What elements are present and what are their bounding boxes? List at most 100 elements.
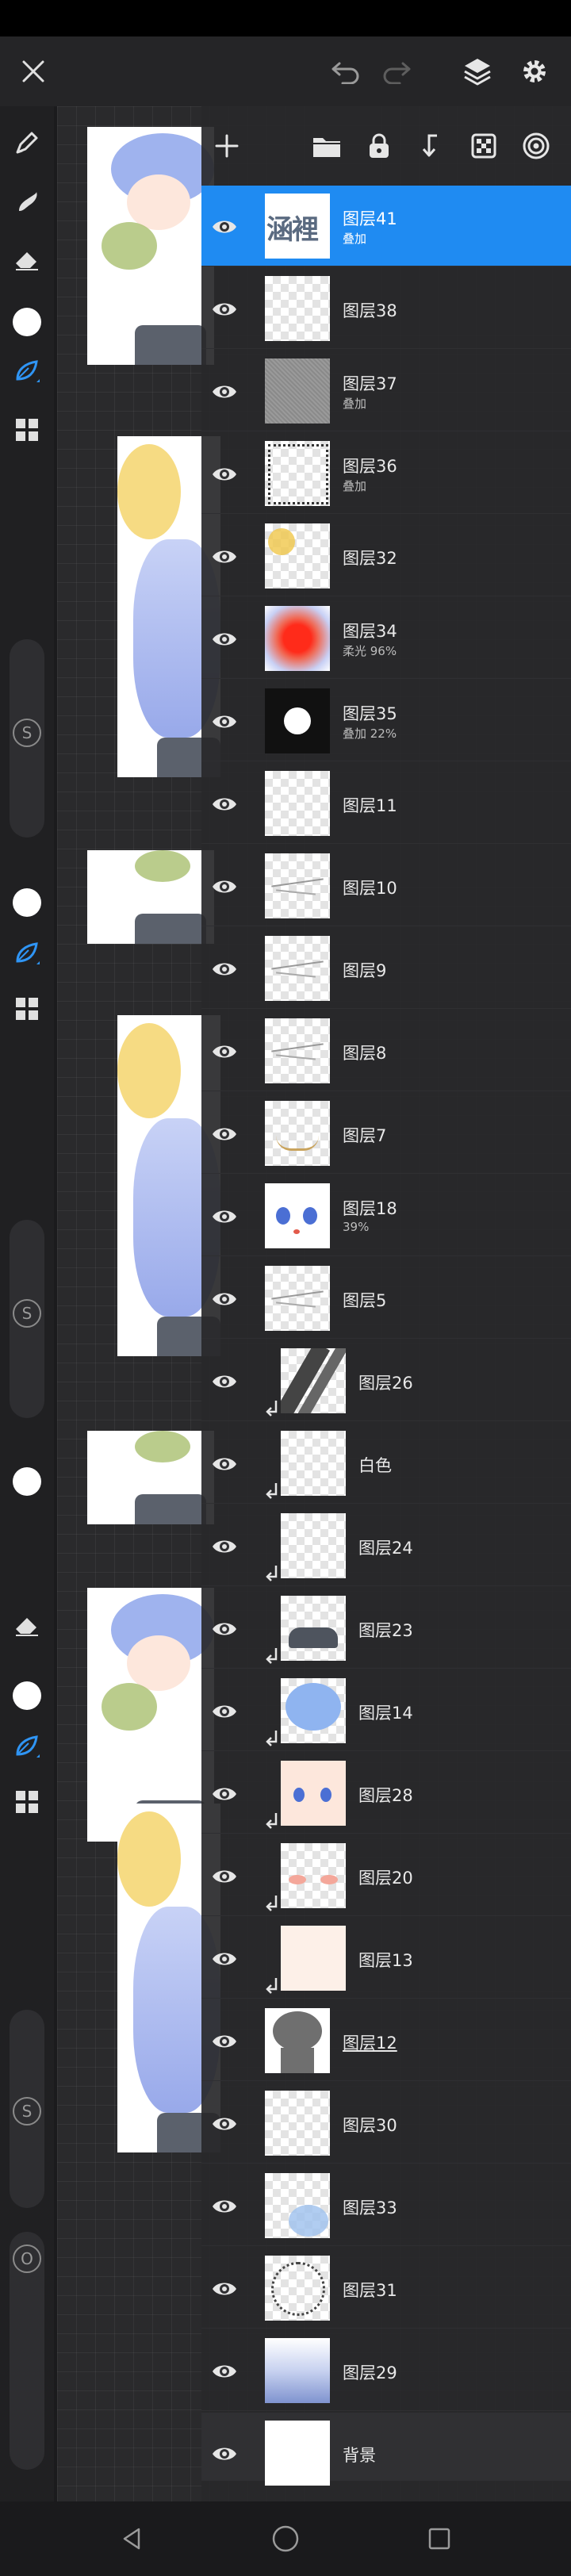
layer-blend-mode[interactable]: 柔光 96%: [343, 642, 397, 659]
layer-blend-mode[interactable]: 叠加: [343, 395, 366, 412]
layer-row[interactable]: 图层13: [201, 1918, 571, 1999]
folder-icon[interactable]: [305, 124, 349, 168]
layer-row[interactable]: 背景: [201, 2413, 571, 2486]
layer-row[interactable]: 图层28: [201, 1753, 571, 1834]
layer-thumbnail[interactable]: [265, 441, 330, 506]
layer-row[interactable]: 图层23: [201, 1588, 571, 1669]
layer-row[interactable]: 涵裡 图层41 叠加: [201, 186, 571, 266]
layer-thumbnail[interactable]: [265, 688, 330, 753]
layer-row[interactable]: 白色: [201, 1423, 571, 1504]
visibility-eye-icon[interactable]: [211, 2193, 238, 2220]
plus-icon[interactable]: [205, 124, 249, 168]
layer-thumbnail[interactable]: [281, 1348, 346, 1413]
layer-thumbnail[interactable]: [281, 1843, 346, 1908]
lock-icon[interactable]: [357, 124, 401, 168]
layer-blend-mode[interactable]: 39%: [343, 1220, 369, 1234]
eraser-icon[interactable]: [8, 240, 46, 278]
layer-blend-mode[interactable]: 叠加: [343, 230, 366, 247]
visibility-eye-icon[interactable]: [211, 1616, 238, 1643]
layer-row[interactable]: 图层32: [201, 516, 571, 596]
gear-icon[interactable]: [512, 49, 557, 94]
color-swatch[interactable]: [13, 888, 41, 917]
visibility-eye-icon[interactable]: [211, 543, 238, 570]
layer-thumbnail[interactable]: [265, 2421, 330, 2486]
leaf-brush-icon[interactable]: [8, 934, 46, 972]
layer-blend-mode[interactable]: 叠加 22%: [343, 725, 397, 742]
color-swatch[interactable]: [13, 308, 41, 336]
layer-row[interactable]: 图层35 叠加 22%: [201, 680, 571, 761]
layer-thumbnail[interactable]: [265, 1266, 330, 1331]
visibility-eye-icon[interactable]: [211, 1368, 238, 1395]
visibility-eye-icon[interactable]: [211, 378, 238, 405]
slider-s-knob[interactable]: S: [13, 1299, 41, 1328]
brush-size-slider[interactable]: S: [10, 639, 44, 838]
layer-row[interactable]: 图层18 39%: [201, 1175, 571, 1256]
opacity-slider[interactable]: O: [10, 2232, 44, 2470]
layer-row[interactable]: 图层37 叠加: [201, 351, 571, 431]
layer-row[interactable]: 图层11: [201, 763, 571, 844]
smudge-icon[interactable]: [8, 182, 46, 220]
layer-thumbnail[interactable]: [265, 606, 330, 671]
layer-thumbnail[interactable]: [265, 936, 330, 1001]
layer-thumbnail[interactable]: [281, 1678, 346, 1743]
visibility-eye-icon[interactable]: [211, 1945, 238, 1972]
leaf-brush-icon[interactable]: [8, 352, 46, 390]
visibility-eye-icon[interactable]: [211, 956, 238, 983]
color-swatch[interactable]: [13, 1467, 41, 1496]
visibility-eye-icon[interactable]: [211, 1698, 238, 1725]
visibility-eye-icon[interactable]: [211, 2358, 238, 2385]
layer-row[interactable]: 图层38: [201, 268, 571, 349]
visibility-eye-icon[interactable]: [211, 791, 238, 818]
pen-icon[interactable]: [8, 124, 46, 162]
layer-row[interactable]: 图层34 柔光 96%: [201, 598, 571, 679]
layer-thumbnail[interactable]: [265, 2173, 330, 2238]
undo-icon[interactable]: [324, 49, 368, 94]
visibility-eye-icon[interactable]: [211, 1533, 238, 1560]
layers-icon[interactable]: [455, 49, 500, 94]
visibility-eye-icon[interactable]: [211, 1286, 238, 1313]
layer-thumbnail[interactable]: [281, 1431, 346, 1496]
visibility-eye-icon[interactable]: [211, 2275, 238, 2302]
color-swatch[interactable]: [13, 1681, 41, 1710]
home-icon[interactable]: [263, 2517, 308, 2561]
layer-row[interactable]: 图层7: [201, 1093, 571, 1174]
layer-thumbnail[interactable]: [265, 771, 330, 836]
layer-row[interactable]: 图层5: [201, 1258, 571, 1339]
layer-row[interactable]: 图层30: [201, 2083, 571, 2164]
visibility-eye-icon[interactable]: [211, 296, 238, 323]
visibility-eye-icon[interactable]: [211, 708, 238, 735]
layer-row[interactable]: 图层20: [201, 1835, 571, 1916]
layer-row[interactable]: 图层31: [201, 2248, 571, 2329]
layer-thumbnail[interactable]: 涵裡: [265, 194, 330, 259]
slider-o-knob[interactable]: O: [13, 2244, 41, 2273]
layer-row[interactable]: 图层14: [201, 1670, 571, 1751]
slider-s-knob[interactable]: S: [13, 2097, 41, 2126]
layer-row[interactable]: 图层9: [201, 928, 571, 1009]
layer-thumbnail[interactable]: [265, 276, 330, 341]
visibility-eye-icon[interactable]: [211, 461, 238, 488]
visibility-eye-icon[interactable]: [211, 2440, 238, 2467]
visibility-eye-icon[interactable]: [211, 1038, 238, 1065]
layer-row[interactable]: 图层33: [201, 2165, 571, 2246]
visibility-eye-icon[interactable]: [211, 2110, 238, 2137]
layer-thumbnail[interactable]: [265, 2008, 330, 2073]
visibility-eye-icon[interactable]: [211, 873, 238, 900]
visibility-eye-icon[interactable]: [211, 626, 238, 653]
visibility-eye-icon[interactable]: [211, 1863, 238, 1890]
layer-thumbnail[interactable]: [265, 853, 330, 918]
layer-thumbnail[interactable]: [281, 1926, 346, 1991]
layer-thumbnail[interactable]: [265, 358, 330, 424]
recents-icon[interactable]: [417, 2517, 462, 2561]
layer-row[interactable]: 图层24: [201, 1505, 571, 1586]
close-icon[interactable]: [11, 49, 56, 94]
transparency-grid-icon[interactable]: [462, 124, 506, 168]
layer-blend-mode[interactable]: 叠加: [343, 477, 366, 494]
grid-icon[interactable]: [8, 411, 46, 449]
layer-thumbnail[interactable]: [265, 1018, 330, 1083]
layer-thumbnail[interactable]: [265, 2338, 330, 2403]
layer-thumbnail[interactable]: [265, 2091, 330, 2156]
grid-icon[interactable]: [8, 990, 46, 1028]
layer-row[interactable]: 图层36 叠加: [201, 433, 571, 514]
layer-row[interactable]: 图层8: [201, 1010, 571, 1091]
layer-thumbnail[interactable]: [281, 1596, 346, 1661]
